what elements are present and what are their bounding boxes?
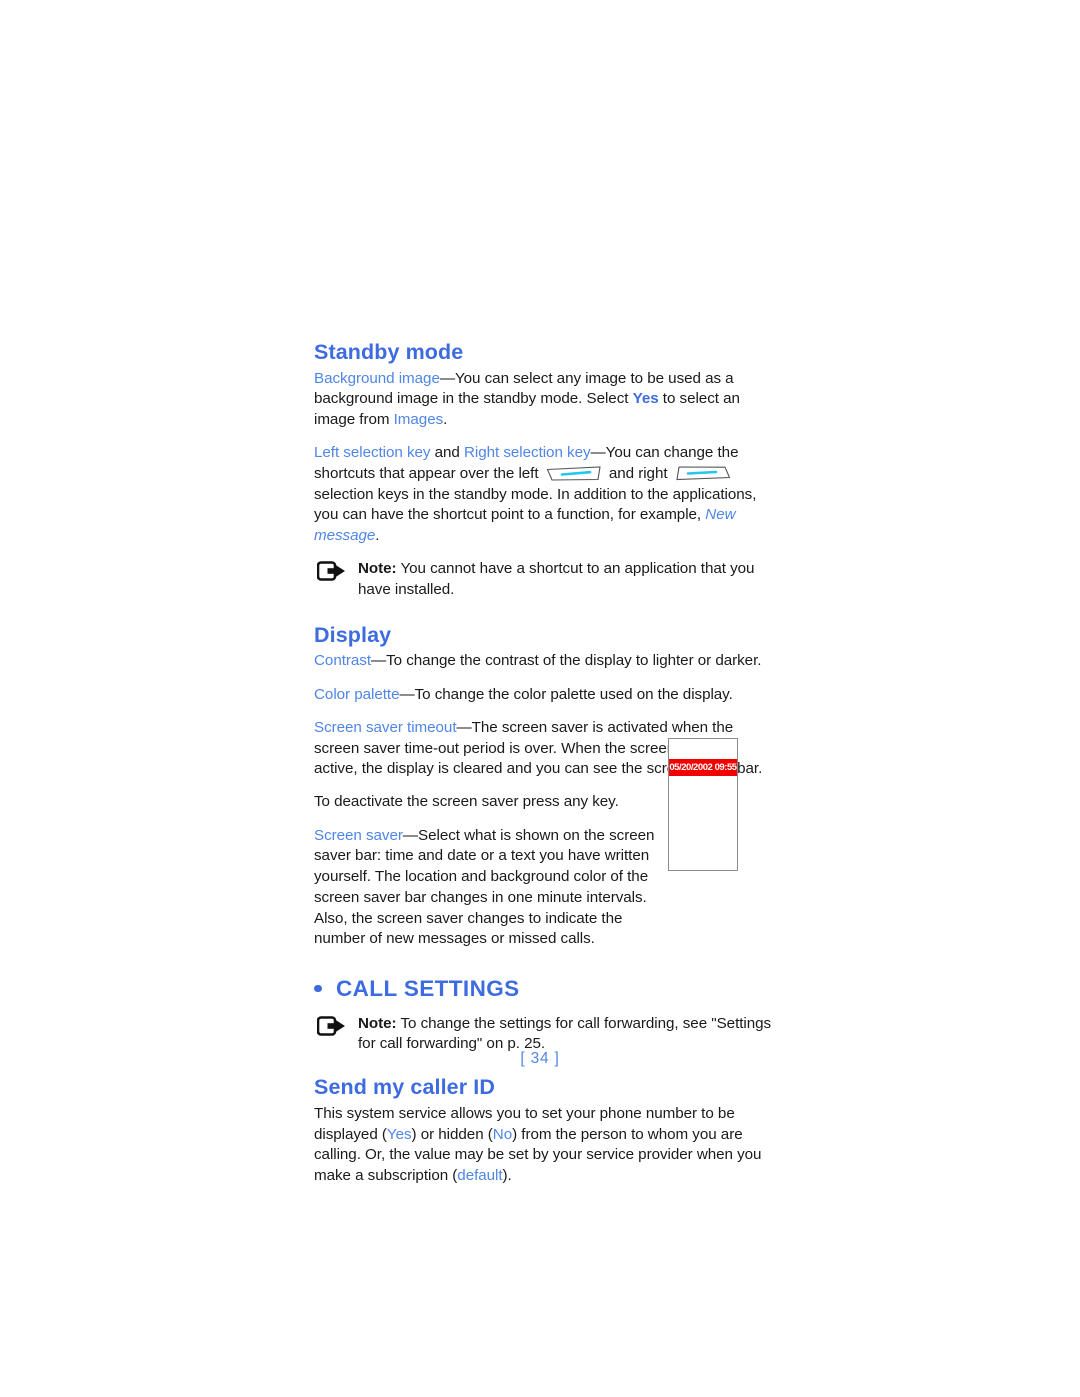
note-arrow-icon: [316, 1015, 347, 1037]
term-color-palette: Color palette: [314, 685, 400, 703]
term-images: Images: [393, 411, 444, 429]
paragraph-caller-id: This system service allows you to set yo…: [314, 1104, 774, 1187]
page-number: [ 34 ]: [520, 1050, 560, 1067]
paragraph-screen-saver: Screen saver—Select what is shown on the…: [314, 826, 662, 950]
text-selection-keys-c: selection keys in the standby mode. In a…: [314, 485, 757, 524]
term-screen-saver-timeout: Screen saver timeout: [314, 718, 457, 736]
call-settings-heading-wrap: CALL SETTINGS: [314, 976, 774, 1002]
screensaver-bar: 05/20/2002 09:55: [669, 759, 737, 776]
text-selection-keys-d: .: [375, 527, 380, 545]
text-color-palette: —To change the color palette used on the…: [399, 685, 733, 703]
note-shortcut: Note: You cannot have a shortcut to an a…: [314, 559, 774, 600]
term-background-image: Background image: [314, 369, 440, 387]
text-and: and: [430, 444, 464, 462]
note-arrow-icon: [316, 561, 347, 582]
text-selection-keys-b: and right: [604, 465, 672, 483]
note-label: Note:: [358, 560, 397, 578]
term-contrast: Contrast: [314, 652, 371, 670]
paragraph-contrast: Contrast—To change the contrast of the d…: [314, 651, 774, 672]
heading-standby-mode: Standby mode: [314, 340, 464, 364]
phone-screen-illustration: 05/20/2002 09:55: [668, 738, 738, 871]
note-shortcut-text: Note: You cannot have a shortcut to an a…: [358, 559, 774, 600]
term-left-selection-key: Left selection key: [314, 444, 431, 462]
note-call-forwarding: Note: To change the settings for call fo…: [314, 1014, 774, 1055]
term-screen-saver: Screen saver: [314, 826, 403, 844]
text-contrast: —To change the contrast of the display t…: [371, 652, 762, 670]
note-call-forwarding-text: Note: To change the settings for call fo…: [358, 1014, 774, 1055]
text-caller-id-b: ) or hidden (: [411, 1125, 493, 1143]
paragraph-background-image: Background image—You can select any imag…: [314, 369, 774, 431]
term-default: default: [457, 1167, 503, 1185]
left-selection-key-icon: [546, 465, 602, 482]
paragraph-color-palette: Color palette—To change the color palett…: [314, 685, 774, 706]
manual-page: Standby mode Background image—You can se…: [0, 0, 1080, 1397]
heading-send-my-caller-id: Send my caller ID: [314, 1075, 495, 1100]
note-call-forwarding-body: To change the settings for call forwardi…: [358, 1014, 772, 1053]
term-no: No: [492, 1125, 513, 1143]
text-background-image-c: .: [443, 411, 448, 429]
term-yes: Yes: [386, 1125, 412, 1143]
heading-display: Display: [314, 622, 392, 647]
paragraph-selection-keys: Left selection key and Right selection k…: [314, 443, 774, 547]
bullet-icon: [314, 984, 322, 993]
note-shortcut-body: You cannot have a shortcut to an applica…: [358, 560, 755, 599]
term-yes: Yes: [632, 390, 659, 408]
term-right-selection-key: Right selection key: [463, 444, 591, 462]
note-label: Note:: [358, 1014, 397, 1032]
text-caller-id-d: ).: [502, 1167, 512, 1185]
right-selection-key-icon: [675, 465, 731, 482]
text-screen-saver: —Select what is shown on the screen save…: [314, 826, 655, 948]
heading-call-settings: CALL SETTINGS: [336, 975, 520, 1001]
